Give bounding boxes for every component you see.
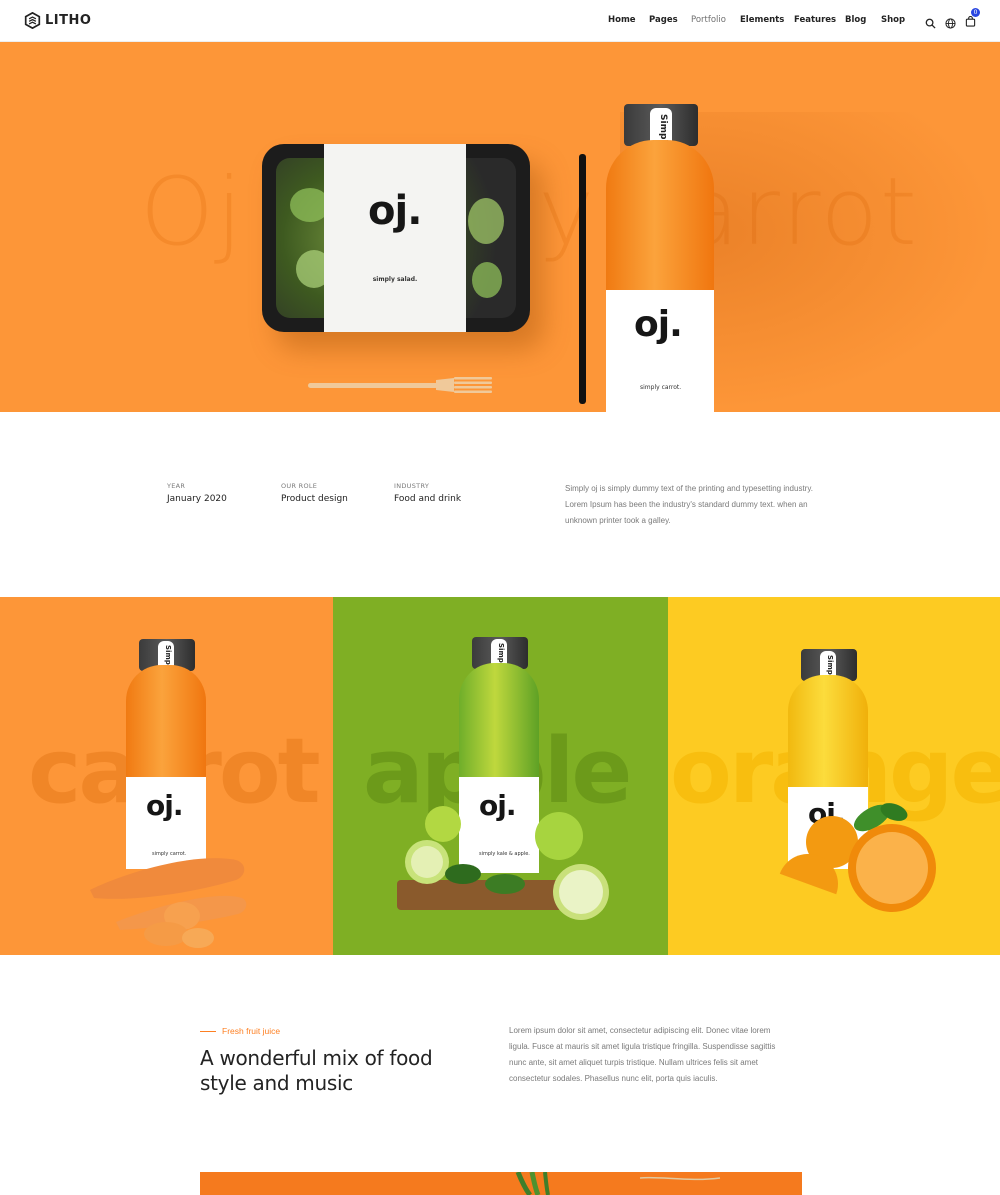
search-icon[interactable]	[925, 18, 936, 29]
feature-heading: A wonderful mix of food style and music	[200, 1046, 433, 1095]
straw-image	[579, 154, 586, 404]
logo-text: LITHO	[45, 13, 92, 28]
header-icons: 0	[925, 8, 980, 32]
carrot-bottle-logo: oj.	[146, 789, 183, 822]
nav-home[interactable]: Home	[608, 15, 636, 25]
year-label: YEAR	[167, 482, 186, 490]
hero-bottle-logo: oj.	[634, 304, 683, 345]
salad-tray-image: oj. simply salad.	[262, 144, 530, 332]
cart-button[interactable]: 0	[965, 8, 980, 32]
tagline-text: Fresh fruit juice	[222, 1026, 281, 1036]
cart-icon	[965, 15, 976, 27]
litho-logo-icon	[24, 12, 41, 29]
carrots-image	[90, 858, 247, 948]
fork-image	[308, 377, 492, 393]
tray-label: oj. simply salad.	[324, 144, 466, 332]
nav-elements[interactable]: Elements	[740, 15, 784, 25]
site-header: LITHO Home Pages Portfolio Elements Feat…	[0, 0, 1000, 42]
panel-orange: orange Simply oj.	[668, 597, 1000, 955]
role-label: OUR ROLE	[281, 482, 318, 490]
feature-description: Lorem ipsum dolor sit amet, consectetur …	[509, 1026, 776, 1083]
tray-caption: simply salad.	[372, 276, 418, 283]
hero-banner: Oj simply carrot oj. simply salad. Simpl…	[0, 42, 1000, 412]
vegetables-image	[200, 1172, 802, 1195]
project-description: Simply oj is simply dummy text of the pr…	[565, 484, 813, 525]
carrot-bottle: Simply oj. simply carrot.	[126, 639, 208, 869]
year-value: January 2020	[167, 494, 227, 504]
cart-count-badge: 0	[971, 8, 980, 17]
nav-blog[interactable]: Blog	[845, 15, 866, 25]
industry-label: INDUSTRY	[394, 482, 430, 490]
bottom-image-strip	[200, 1172, 802, 1195]
hero-bottle: Simply oj. simply carrot.	[606, 104, 716, 412]
tray-logo: oj.	[368, 188, 422, 234]
globe-icon[interactable]	[945, 17, 956, 29]
nav-shop[interactable]: Shop	[881, 15, 905, 25]
nav-pages[interactable]: Pages	[649, 15, 678, 25]
tagline-line	[200, 1030, 216, 1032]
nav-features[interactable]: Features	[794, 15, 836, 25]
industry-value: Food and drink	[394, 494, 462, 504]
apples-image	[397, 806, 609, 920]
oranges-image	[779, 803, 936, 912]
logo[interactable]: LITHO	[24, 12, 91, 29]
nav-portfolio[interactable]: Portfolio	[691, 15, 726, 25]
role-value: Product design	[281, 494, 348, 504]
hero-bottle-caption: simply carrot.	[640, 384, 682, 391]
panel-apple: apple Simply oj. simply kale & apple.	[333, 597, 668, 955]
panel-carrot: carrot Simply oj. simply carrot.	[0, 597, 333, 955]
tagline: Fresh fruit juice	[200, 1026, 280, 1036]
